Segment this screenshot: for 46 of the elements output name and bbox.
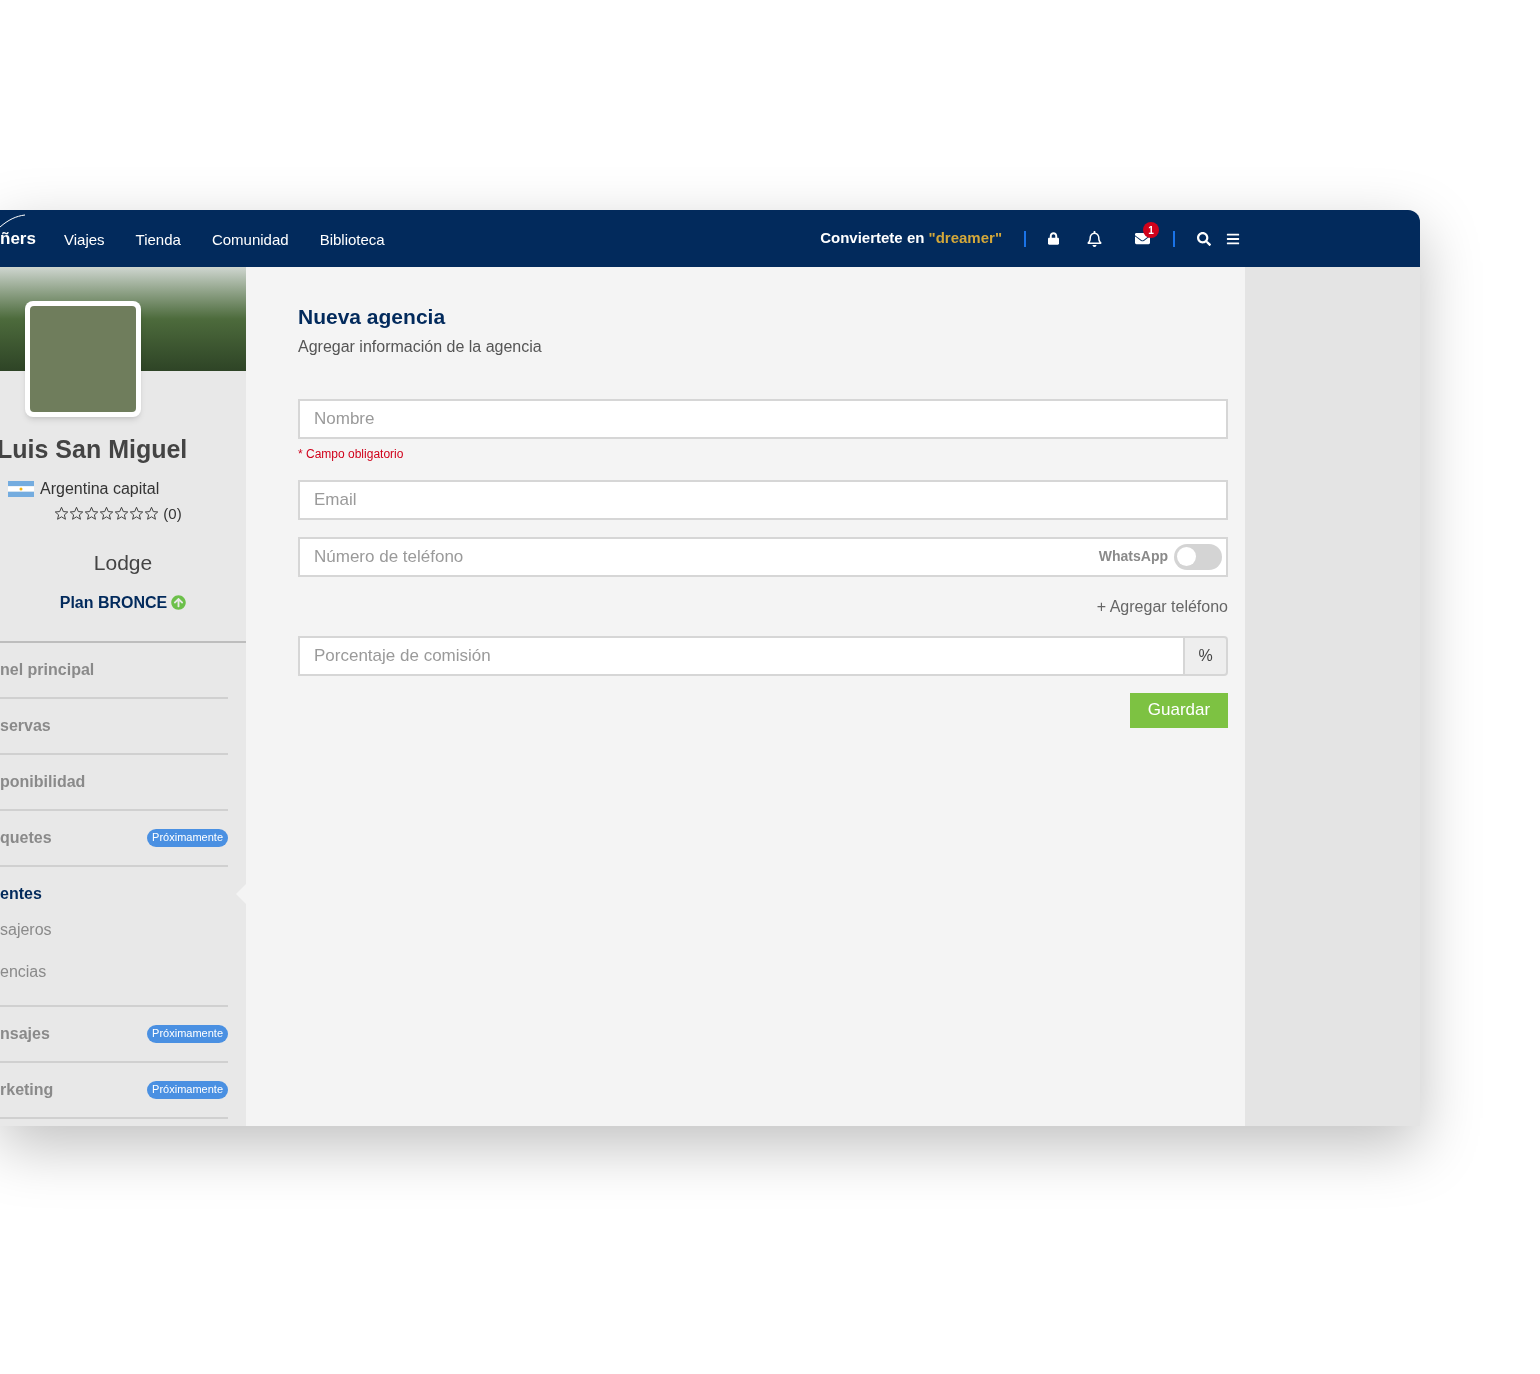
whatsapp-label: WhatsApp (1098, 547, 1168, 566)
plan-link[interactable]: Plan BRONCE (59, 590, 168, 615)
sidebar-item[interactable]: nsajes (0, 1021, 50, 1046)
review-count: (0) (163, 503, 182, 524)
nav-link[interactable]: Viajes (64, 229, 105, 252)
star-icon (144, 506, 160, 522)
swoosh-icon (0, 213, 26, 228)
star-icon (129, 506, 145, 522)
star-icon (54, 506, 70, 522)
sidebar-item[interactable]: nel principal (0, 657, 95, 682)
sidebar-item[interactable]: quetes (0, 825, 52, 850)
sidebar-item[interactable]: servas (0, 713, 51, 738)
sidebar-subitem[interactable]: encias (0, 950, 228, 993)
search-icon[interactable] (1197, 231, 1211, 246)
bell-icon[interactable] (1087, 230, 1102, 247)
nav-link[interactable]: Comunidad (211, 229, 289, 252)
nav-link[interactable]: Tienda (135, 229, 181, 252)
lock-icon[interactable] (1048, 232, 1059, 245)
coming-soon-badge: Próximamente (147, 1024, 228, 1043)
input-field[interactable]: Nombre (298, 398, 1228, 439)
sidebar-item[interactable]: entes (0, 881, 42, 906)
input-field[interactable]: Porcentaje de comisión (298, 635, 1185, 676)
input-field[interactable]: Email (298, 479, 1228, 520)
mail-icon[interactable] (1134, 231, 1151, 246)
become-dreamer-link[interactable]: Conviertete en "dreamer" (820, 227, 1002, 250)
flag-icon (8, 480, 34, 497)
error-message: * Campo obligatorio (298, 445, 405, 463)
add-phone-link[interactable]: + Agregar teléfono (1096, 594, 1228, 619)
page-subtitle: Agregar información de la agencia (298, 336, 543, 357)
location-text: Argentina capital (40, 478, 160, 499)
sidebar-subitem[interactable]: sajeros (0, 908, 228, 951)
coming-soon-badge: Próximamente (147, 828, 228, 847)
percent-addon: % (1185, 635, 1228, 676)
star-icon (114, 506, 130, 522)
star-icon (69, 506, 85, 522)
star-icon (84, 506, 100, 522)
sidebar-item[interactable]: rketing (0, 1077, 54, 1102)
notification-badge: 1 (1143, 222, 1159, 238)
menu-icon[interactable] (1226, 231, 1240, 246)
sidebar-item[interactable]: ponibilidad (0, 769, 86, 794)
nav-link[interactable]: Biblioteca (319, 229, 385, 252)
logo-text[interactable]: ñers (0, 225, 36, 252)
star-icon (99, 506, 115, 522)
coming-soon-badge: Próximamente (147, 1080, 228, 1099)
page-title: Nueva agencia (298, 304, 447, 330)
account-type: Lodge (93, 550, 153, 576)
